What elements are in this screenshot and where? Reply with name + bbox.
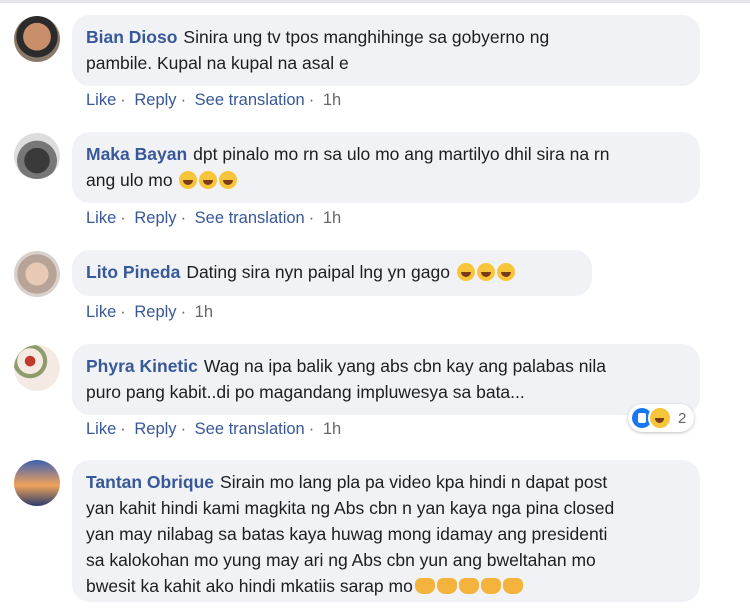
reply-link[interactable]: Reply: [134, 420, 176, 438]
grinning-squinting-emoji-icon: [476, 263, 495, 281]
top-divider: [0, 0, 750, 3]
comment-actions: Like · Reply · See translation · 1h: [86, 91, 342, 109]
comment-text-line: dpt pinalo mo rn sa ulo mo ang martilyo …: [193, 144, 610, 164]
comment-text-line: bwesit ka kahit ako hindi mkatiis sarap …: [86, 576, 413, 596]
rolling-laughing-emoji-icon: [496, 263, 515, 281]
avatar[interactable]: [14, 133, 60, 179]
avatar[interactable]: [14, 345, 60, 391]
rolling-laughing-emoji-icon: [199, 171, 218, 189]
comment-text-line: yan kahit hindi kami magkita ng Abs cbn …: [86, 498, 615, 518]
comment-text-line: Sinira ung tv tpos manghihinge sa gobyer…: [183, 27, 550, 47]
comment-bubble: Tantan Obrique Sirain mo lang pla pa vide…: [72, 460, 700, 602]
see-translation-link[interactable]: See translation: [195, 91, 305, 109]
comment-text-line: ang ulo mo: [86, 170, 173, 190]
reply-link[interactable]: Reply: [134, 91, 176, 109]
fist-emoji-icon: [414, 578, 435, 594]
see-translation-link[interactable]: See translation: [195, 420, 305, 438]
reply-link[interactable]: Reply: [134, 209, 176, 227]
reply-link[interactable]: Reply: [134, 303, 176, 321]
grinning-squinting-emoji-icon: [456, 263, 475, 281]
comment-text-line: yan may nilabag sa batas kaya huwag mong…: [86, 524, 608, 544]
comment-text-line: sa kalokohan mo yung may ari ng Abs cbn …: [86, 550, 596, 570]
comment-text-line: Wag na ipa balik yang abs cbn kay ang pa…: [203, 356, 606, 376]
comment-text-line: pambile. Kupal na kupal na asal e: [86, 53, 349, 73]
timestamp[interactable]: 1h: [323, 209, 341, 227]
fist-emoji-icon: [458, 578, 479, 594]
comment-bubble: Maka Bayan dpt pinalo mo rn sa ulo mo ang…: [72, 132, 700, 203]
fist-emoji-icon: [480, 578, 501, 594]
like-link[interactable]: Like: [86, 303, 116, 321]
comment-actions: Like · Reply · See translation · 1h: [86, 420, 342, 438]
timestamp[interactable]: 1h: [323, 91, 341, 109]
comment-actions: Like · Reply · See translation · 1h: [86, 209, 342, 227]
comment-author[interactable]: Maka Bayan: [86, 144, 187, 164]
rolling-laughing-emoji-icon: [179, 171, 198, 189]
comment-text-line: Sirain mo lang pla pa video kpa hindi n …: [220, 472, 608, 492]
timestamp[interactable]: 1h: [323, 420, 341, 438]
like-link[interactable]: Like: [86, 209, 116, 227]
comment-bubble: Lito Pineda Dating sira nyn paipal lng yn…: [72, 250, 592, 296]
comment-actions: Like · Reply · 1h: [86, 303, 214, 321]
reaction-summary[interactable]: 2: [628, 404, 695, 432]
haha-reaction-icon: [648, 406, 672, 430]
rolling-laughing-emoji-icon: [219, 171, 238, 189]
avatar[interactable]: [14, 460, 60, 506]
comment-author[interactable]: Tantan Obrique: [86, 472, 214, 492]
timestamp[interactable]: 1h: [195, 303, 213, 321]
comment-author[interactable]: Phyra Kinetic: [86, 356, 198, 376]
like-link[interactable]: Like: [86, 420, 116, 438]
comment-text-line: puro pang kabit..di po magandang impluwe…: [86, 382, 525, 402]
comment-author[interactable]: Lito Pineda: [86, 262, 180, 282]
comment-bubble: Phyra Kinetic Wag na ipa balik yang abs c…: [72, 344, 700, 415]
reaction-count: 2: [678, 409, 687, 427]
like-link[interactable]: Like: [86, 91, 116, 109]
avatar[interactable]: [14, 16, 60, 62]
comment-bubble: Bian Dioso Sinira ung tv tpos manghihinge…: [72, 15, 700, 86]
fist-emoji-icon: [502, 578, 523, 594]
see-translation-link[interactable]: See translation: [195, 209, 305, 227]
comment-author[interactable]: Bian Dioso: [86, 27, 177, 47]
avatar[interactable]: [14, 251, 60, 297]
comment-text-line: Dating sira nyn paipal lng yn gago: [186, 262, 450, 282]
fist-emoji-icon: [436, 578, 457, 594]
